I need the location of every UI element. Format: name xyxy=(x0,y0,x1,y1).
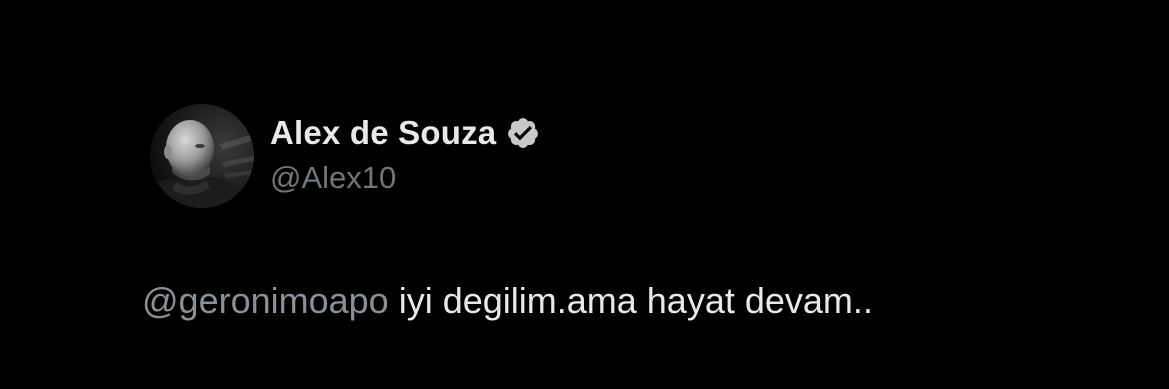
tweet-card: Alex de Souza @Alex10 @geronimoapo iyi d… xyxy=(0,0,1169,389)
tweet-text: @geronimoapo iyi degilim.ama hayat devam… xyxy=(142,280,873,322)
profile-photo xyxy=(150,104,254,208)
verified-badge-icon[interactable] xyxy=(506,116,540,150)
author-name-row: Alex de Souza xyxy=(270,112,540,154)
avatar[interactable] xyxy=(150,104,254,208)
tweet-body-text: iyi degilim.ama hayat devam.. xyxy=(388,280,873,321)
author-handle[interactable]: @Alex10 xyxy=(270,160,396,196)
display-name[interactable]: Alex de Souza xyxy=(270,114,496,152)
mention-link[interactable]: @geronimoapo xyxy=(142,280,389,321)
